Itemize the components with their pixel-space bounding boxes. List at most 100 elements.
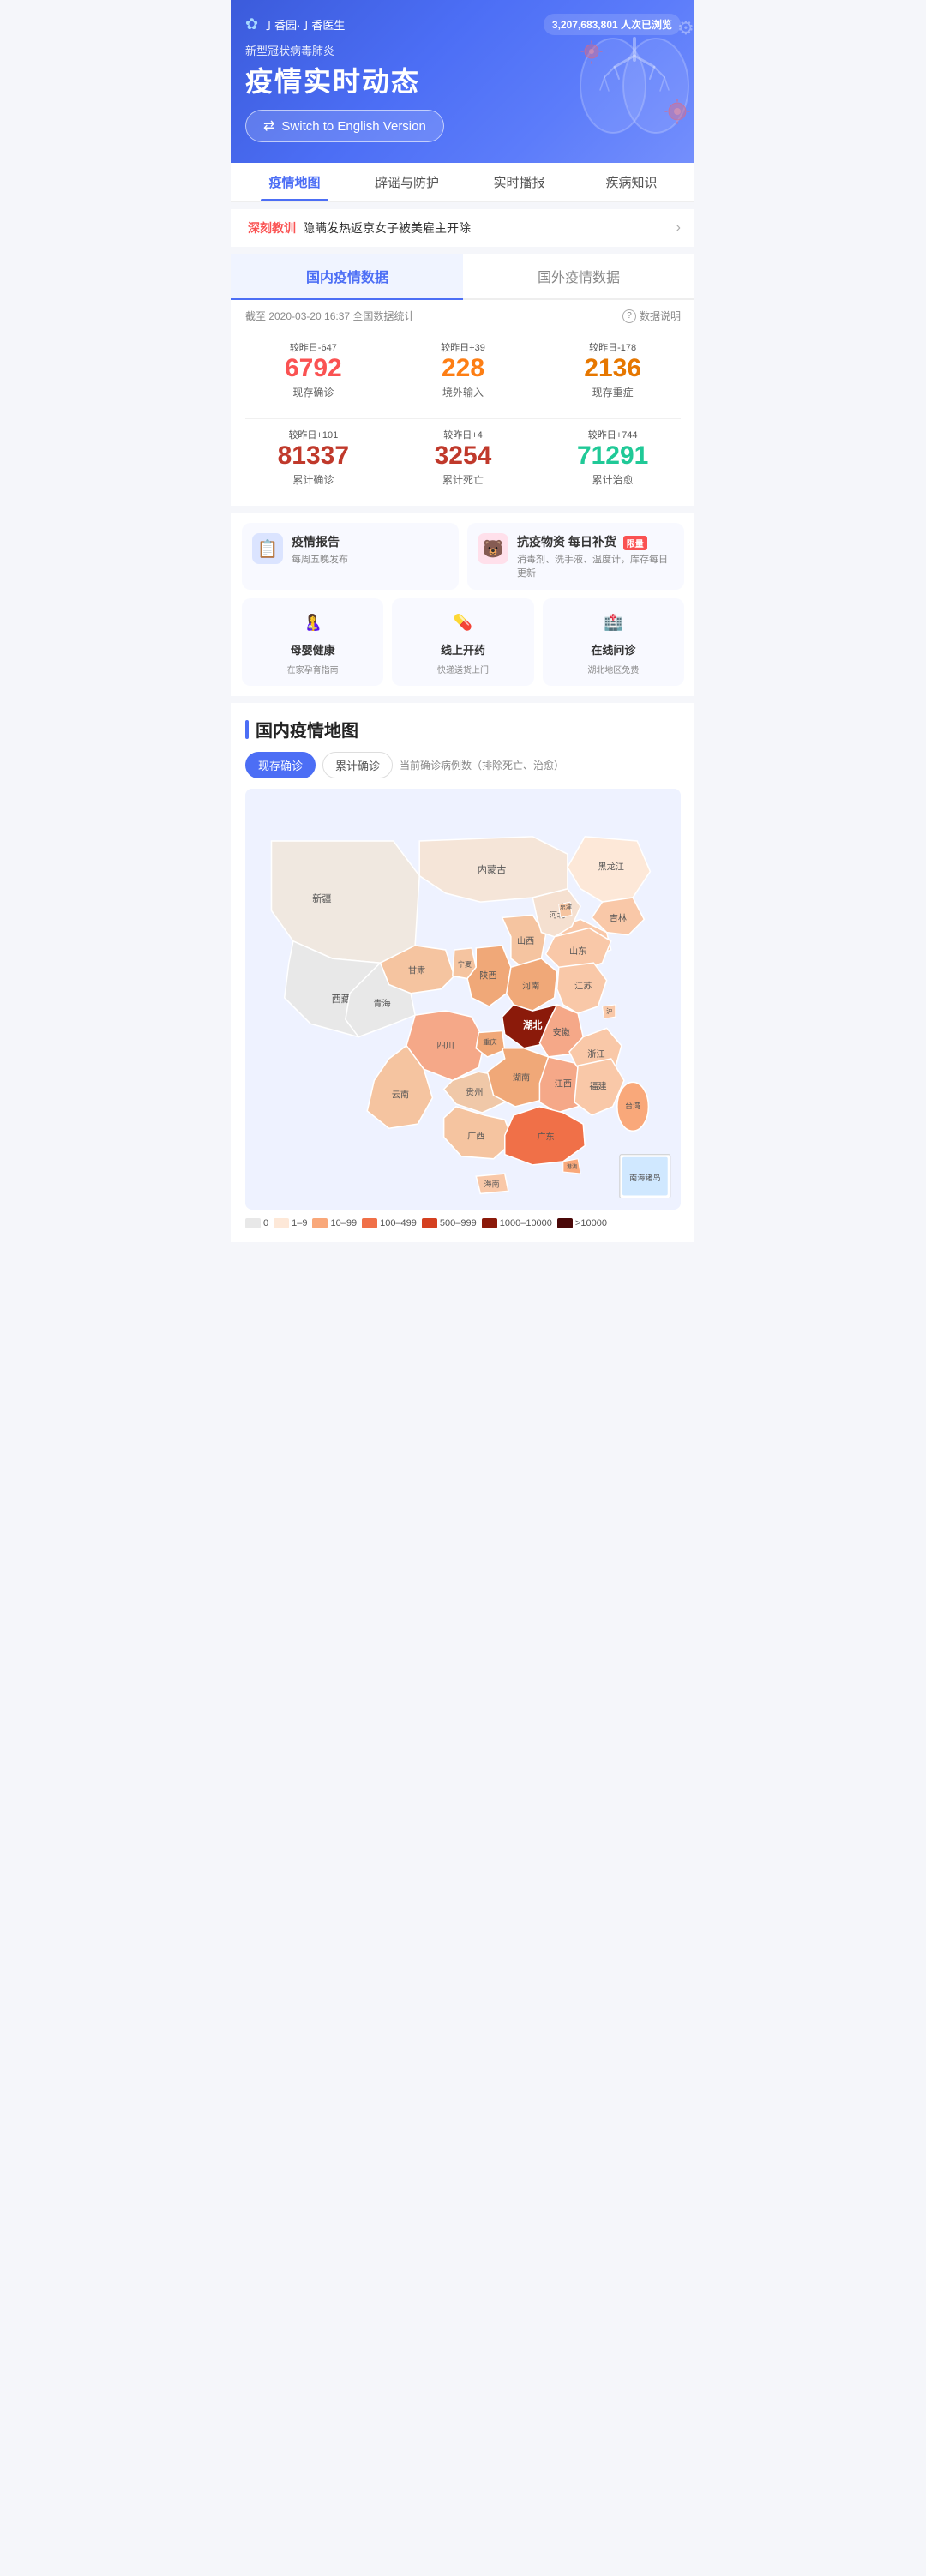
service-icon-report: 📋 (252, 533, 283, 564)
service-grid-row2: 🤱 母婴健康 在家孕育指南 💊 线上开药 快递送货上门 🏥 在线问诊 湖北地区免… (242, 598, 684, 686)
service-badge-limited: 限量 (623, 536, 647, 550)
legend-label-1: 1–9 (292, 1218, 307, 1228)
legend-color-2 (312, 1218, 328, 1228)
header: ⚙ ✿ 丁香园·丁香医生 3,207,683,801 人次已浏览 新型冠状病毒肺… (232, 0, 694, 163)
stat-number-3: 81337 (245, 443, 382, 469)
stat-change-2: 较昨日-178 (544, 340, 681, 354)
svg-text:江苏: 江苏 (574, 981, 592, 992)
stat-label-4: 累计死亡 (395, 472, 532, 487)
service-card-maternal[interactable]: 🤱 母婴健康 在家孕育指南 (242, 598, 383, 686)
service-desc-supplies: 消毒剂、洗手液、温度计，库存每日更新 (517, 552, 674, 579)
svg-text:⚙: ⚙ (677, 17, 694, 39)
svg-text:山东: 山东 (569, 946, 586, 957)
nav-bar: 疫情地图 辟谣与防护 实时播报 疾病知识 (232, 163, 694, 202)
svg-text:海南: 海南 (484, 1179, 499, 1188)
tab-domestic-label: 国内疫情数据 (306, 271, 388, 285)
info-icon: ? (622, 309, 636, 323)
map-legend: 0 1–9 10–99 100–499 500–999 1000–10000 >… (245, 1218, 681, 1228)
stats-grid-row2: 较昨日+101 81337 累计确诊 较昨日+4 3254 累计死亡 较昨日+7… (232, 419, 694, 506)
map-title: 国内疫情地图 (256, 717, 358, 742)
data-info[interactable]: ? 数据说明 (622, 309, 681, 323)
svg-text:安徽: 安徽 (553, 1027, 570, 1038)
stat-label-0: 现存确诊 (245, 385, 382, 399)
data-section: 国内疫情数据 国外疫情数据 截至 2020-03-20 16:37 全国数据统计… (232, 254, 694, 506)
map-title-area: 国内疫情地图 (245, 717, 681, 742)
stat-change-0: 较昨日-647 (245, 340, 382, 354)
nav-label-broadcast: 实时播报 (493, 176, 544, 190)
nav-item-broadcast[interactable]: 实时播报 (463, 163, 575, 201)
svg-text:港澳: 港澳 (567, 1163, 577, 1170)
map-title-bar (245, 720, 249, 739)
stat-total-recovered: 较昨日+744 71291 累计治愈 (538, 419, 688, 495)
service-title-supplies: 抗疫物资 每日补货 限量 (517, 533, 674, 550)
service-card-report[interactable]: 📋 疫情报告 每周五晚发布 (242, 523, 459, 590)
svg-text:广东: 广东 (537, 1131, 554, 1142)
stat-number-0: 6792 (245, 356, 382, 381)
svg-text:重庆: 重庆 (483, 1038, 496, 1047)
svg-text:青海: 青海 (373, 998, 390, 1009)
legend-2: 10–99 (312, 1218, 357, 1228)
tab-domestic[interactable]: 国内疫情数据 (232, 254, 463, 300)
news-tag: 深刻教训 (248, 219, 296, 237)
legend-4: 500–999 (422, 1218, 477, 1228)
stat-change-1: 较昨日+39 (395, 340, 532, 354)
service-title-report: 疫情报告 (292, 533, 348, 550)
legend-0: 0 (245, 1218, 268, 1228)
service-card-consult[interactable]: 🏥 在线问诊 湖北地区免费 (543, 598, 684, 686)
svg-text:浙江: 浙江 (587, 1049, 604, 1060)
legend-color-5 (482, 1218, 497, 1228)
logo-icon: ✿ (245, 15, 258, 33)
service-card-supplies[interactable]: 🐻 抗疫物资 每日补货 限量 消毒剂、洗手液、温度计，库存每日更新 (467, 523, 684, 590)
svg-text:福建: 福建 (589, 1081, 606, 1092)
news-arrow-icon: › (676, 220, 681, 236)
service-desc-maternal: 在家孕育指南 (287, 663, 339, 676)
nav-item-rumor[interactable]: 辟谣与防护 (351, 163, 463, 201)
legend-6: >10000 (557, 1218, 607, 1228)
map-filter-current[interactable]: 现存确诊 (245, 752, 316, 778)
data-info-label: 数据说明 (640, 309, 681, 323)
stat-total-death: 较昨日+4 3254 累计死亡 (388, 419, 538, 495)
tab-overseas[interactable]: 国外疫情数据 (463, 254, 694, 300)
svg-text:贵州: 贵州 (466, 1087, 483, 1098)
svg-text:湖南: 湖南 (513, 1072, 530, 1083)
svg-text:云南: 云南 (392, 1090, 409, 1101)
service-desc-pharmacy: 快递送货上门 (437, 663, 489, 676)
legend-label-2: 10–99 (330, 1218, 357, 1228)
map-filter-total[interactable]: 累计确诊 (322, 752, 393, 778)
stat-number-2: 2136 (544, 356, 681, 381)
map-section: 国内疫情地图 现存确诊 累计确诊 当前确诊病例数（排除死亡、治愈） 新疆 西藏 … (232, 703, 694, 1242)
nav-item-disease[interactable]: 疾病知识 (575, 163, 688, 201)
service-card-pharmacy[interactable]: 💊 线上开药 快递送货上门 (392, 598, 533, 686)
nav-label-map: 疫情地图 (268, 176, 320, 190)
stat-change-4: 较昨日+4 (395, 428, 532, 441)
legend-5: 1000–10000 (482, 1218, 552, 1228)
legend-label-0: 0 (263, 1218, 268, 1228)
lung-illustration: ⚙ (566, 9, 694, 146)
logo-text: 丁香园·丁香医生 (263, 16, 345, 33)
service-section: 📋 疫情报告 每周五晚发布 🐻 抗疫物资 每日补货 限量 消毒剂、洗手液、温度计… (232, 513, 694, 696)
stat-label-2: 现存重症 (544, 385, 681, 399)
map-filter-total-label: 累计确诊 (335, 760, 380, 772)
stat-label-5: 累计治愈 (544, 472, 681, 487)
svg-text:沪: 沪 (606, 1007, 612, 1015)
service-title-pharmacy: 线上开药 (441, 641, 485, 658)
stat-number-1: 228 (395, 356, 532, 381)
english-version-button[interactable]: ⇄ Switch to English Version (245, 110, 444, 142)
stat-label-1: 境外输入 (395, 385, 532, 399)
legend-color-0 (245, 1218, 261, 1228)
service-content-report: 疫情报告 每周五晚发布 (292, 533, 348, 566)
legend-color-1 (274, 1218, 289, 1228)
english-btn-label: Switch to English Version (281, 119, 425, 134)
service-desc-consult: 湖北地区免费 (587, 663, 639, 676)
legend-label-5: 1000–10000 (500, 1218, 552, 1228)
svg-text:四川: 四川 (437, 1042, 454, 1051)
service-desc-report: 每周五晚发布 (292, 552, 348, 566)
nav-item-map[interactable]: 疫情地图 (238, 163, 351, 201)
legend-color-6 (557, 1218, 573, 1228)
svg-text:京津: 京津 (560, 903, 572, 910)
stat-number-5: 71291 (544, 443, 681, 469)
news-banner[interactable]: 深刻教训 隐瞒发热返京女子被美雇主开除 › (232, 209, 694, 247)
timestamp-text: 截至 2020-03-20 16:37 全国数据统计 (245, 309, 414, 323)
stat-overseas-import: 较昨日+39 228 境外输入 (388, 332, 538, 408)
legend-label-3: 100–499 (380, 1218, 417, 1228)
